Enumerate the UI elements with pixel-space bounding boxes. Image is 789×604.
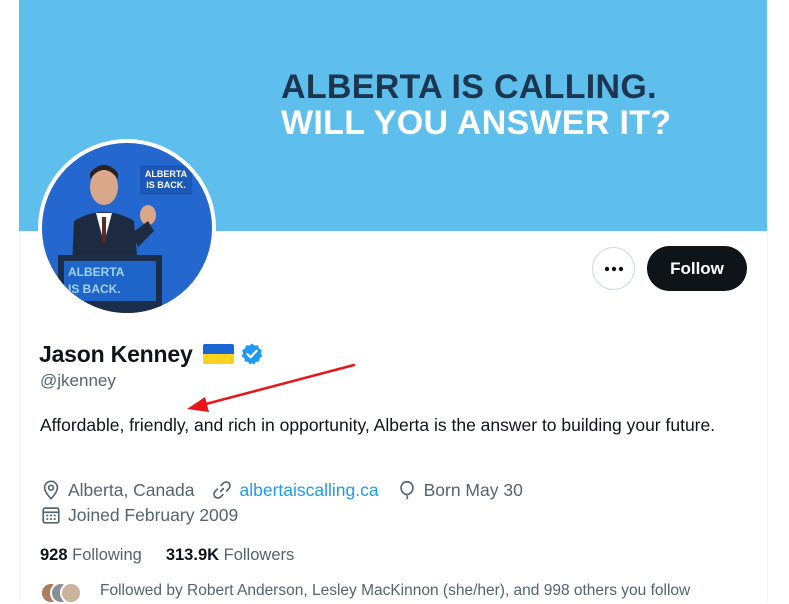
following-link[interactable]: 928 Following bbox=[40, 546, 142, 565]
joined-item: Joined February 2009 bbox=[40, 504, 238, 526]
location-pin-icon bbox=[43, 480, 59, 500]
following-count: 928 bbox=[40, 545, 68, 564]
follow-stats: 928 Following 313.9K Followers bbox=[40, 544, 294, 566]
following-label: Following bbox=[72, 545, 142, 564]
banner-headline: ALBERTA IS CALLING. bbox=[281, 68, 657, 106]
avatar-sign-line2: IS BACK. bbox=[146, 180, 186, 190]
column-divider bbox=[767, 0, 768, 602]
avatar-podium-line1: ALBERTA bbox=[68, 265, 125, 279]
avatar bbox=[60, 582, 82, 604]
avatar-podium-line2: IS BACK. bbox=[68, 282, 121, 296]
balloon-icon bbox=[399, 480, 414, 500]
profile-meta-row: Alberta, Canada albertaiscalling.ca Born… bbox=[40, 478, 523, 502]
followed-by-link[interactable]: Followed by Robert Anderson, Lesley MacK… bbox=[40, 580, 691, 604]
follow-button[interactable]: Follow bbox=[647, 246, 747, 291]
link-icon bbox=[213, 481, 232, 499]
avatar[interactable]: ALBERTA IS BACK. ALBERTA IS BACK. bbox=[38, 139, 216, 317]
joined-row: Joined February 2009 bbox=[40, 503, 238, 527]
followers-count: 313.9K bbox=[165, 545, 220, 564]
website-link[interactable]: albertaiscalling.ca bbox=[239, 480, 378, 501]
birthday-item: Born May 30 bbox=[396, 479, 523, 501]
ukraine-flag-icon bbox=[202, 344, 234, 364]
profile-name-row: Jason Kenney bbox=[39, 339, 264, 369]
profile-page: ALBERTA IS CALLING. WILL YOU ANSWER IT? … bbox=[0, 0, 789, 604]
follower-avatars bbox=[40, 580, 84, 604]
avatar-photo: ALBERTA IS BACK. ALBERTA IS BACK. bbox=[42, 143, 212, 313]
joined-text: Joined February 2009 bbox=[68, 504, 239, 525]
avatar-sign-line1: ALBERTA bbox=[145, 169, 188, 179]
birthday-text: Born May 30 bbox=[423, 479, 523, 500]
display-name: Jason Kenney bbox=[39, 340, 193, 367]
banner-subheadline: WILL YOU ANSWER IT? bbox=[281, 104, 672, 142]
more-horizontal-icon bbox=[604, 266, 623, 271]
followers-link[interactable]: 313.9K Followers bbox=[166, 546, 294, 565]
website-item[interactable]: albertaiscalling.ca bbox=[211, 479, 379, 501]
location-text: Alberta, Canada bbox=[68, 479, 195, 500]
verified-badge-icon[interactable] bbox=[240, 342, 264, 366]
followers-label: Followers bbox=[223, 545, 295, 564]
profile-bio: Affordable, friendly, and rich in opport… bbox=[40, 415, 716, 435]
calendar-icon bbox=[42, 507, 60, 524]
location-item: Alberta, Canada bbox=[40, 479, 194, 501]
more-options-button[interactable] bbox=[592, 247, 635, 290]
followed-by-text: Followed by Robert Anderson, Lesley MacK… bbox=[100, 582, 691, 599]
profile-handle: @jkenney bbox=[40, 371, 116, 390]
